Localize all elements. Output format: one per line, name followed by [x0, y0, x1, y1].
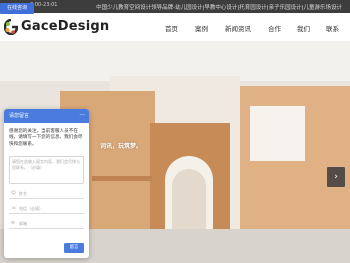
- nav-item-contact[interactable]: 联系: [326, 23, 339, 33]
- brand-name[interactable]: GaceDesign: [21, 19, 109, 34]
- online-consult-button[interactable]: 在线咨询: [0, 3, 34, 14]
- nav-item-home[interactable]: 首页: [165, 23, 178, 33]
- hero-window: [250, 106, 305, 161]
- message-textarea[interactable]: 请您在此输入留言内容，我们会尽快与您联系。（必填）: [9, 156, 84, 185]
- site-header: GaceDesign 首页 案例 新闻资讯 合作 我们 联系: [0, 13, 350, 41]
- hero-shelf: [92, 176, 152, 181]
- user-icon: ☺: [11, 191, 16, 197]
- nav-item-about[interactable]: 我们: [297, 23, 310, 33]
- mail-icon: ✉: [11, 221, 15, 227]
- hero-arch-inner: [172, 169, 206, 234]
- email-placeholder: 邮箱: [19, 221, 27, 227]
- name-placeholder: 姓名: [19, 191, 27, 197]
- carousel-next-button[interactable]: ›: [327, 167, 345, 187]
- slogan-text: 中国少儿教育空间设计领导品牌-幼儿园设计|早教中心设计|托育园设计|亲子乐园设计…: [96, 5, 342, 11]
- hotline-text: 8:00-23:01: [30, 2, 58, 8]
- phone-placeholder: 电话（必填）: [19, 206, 43, 212]
- phone-icon: ☏: [11, 206, 17, 212]
- message-widget-title: 请您留言: [9, 113, 30, 119]
- phone-field[interactable]: ☏ 电话（必填）: [9, 204, 84, 215]
- nav-item-cooperation[interactable]: 合作: [268, 23, 281, 33]
- message-widget-notice: 感谢您的关注，当前客服人员不在线，请填写一下您的信息，我们会尽快和您联系。: [9, 129, 83, 147]
- brand-logo-icon[interactable]: [4, 19, 18, 35]
- message-widget: 请您留言 ··· 感谢您的关注，当前客服人员不在线，请填写一下您的信息，我们会尽…: [4, 109, 89, 258]
- nav-item-news[interactable]: 新闻资讯: [225, 23, 251, 33]
- submit-message-button[interactable]: 留言: [64, 243, 84, 253]
- hero-caption: 词讯，玩筑梦。: [100, 143, 143, 150]
- email-field[interactable]: ✉ 邮箱: [9, 219, 84, 230]
- message-widget-header[interactable]: 请您留言 ···: [4, 109, 89, 123]
- more-options-icon[interactable]: ···: [79, 109, 85, 123]
- hero-ceiling: [0, 41, 350, 81]
- nav-item-cases[interactable]: 案例: [195, 23, 208, 33]
- name-field[interactable]: ☺ 姓名: [9, 189, 84, 200]
- top-bar: 8:00-23:01 中国少儿教育空间设计领导品牌-幼儿园设计|早教中心设计|托…: [0, 0, 350, 13]
